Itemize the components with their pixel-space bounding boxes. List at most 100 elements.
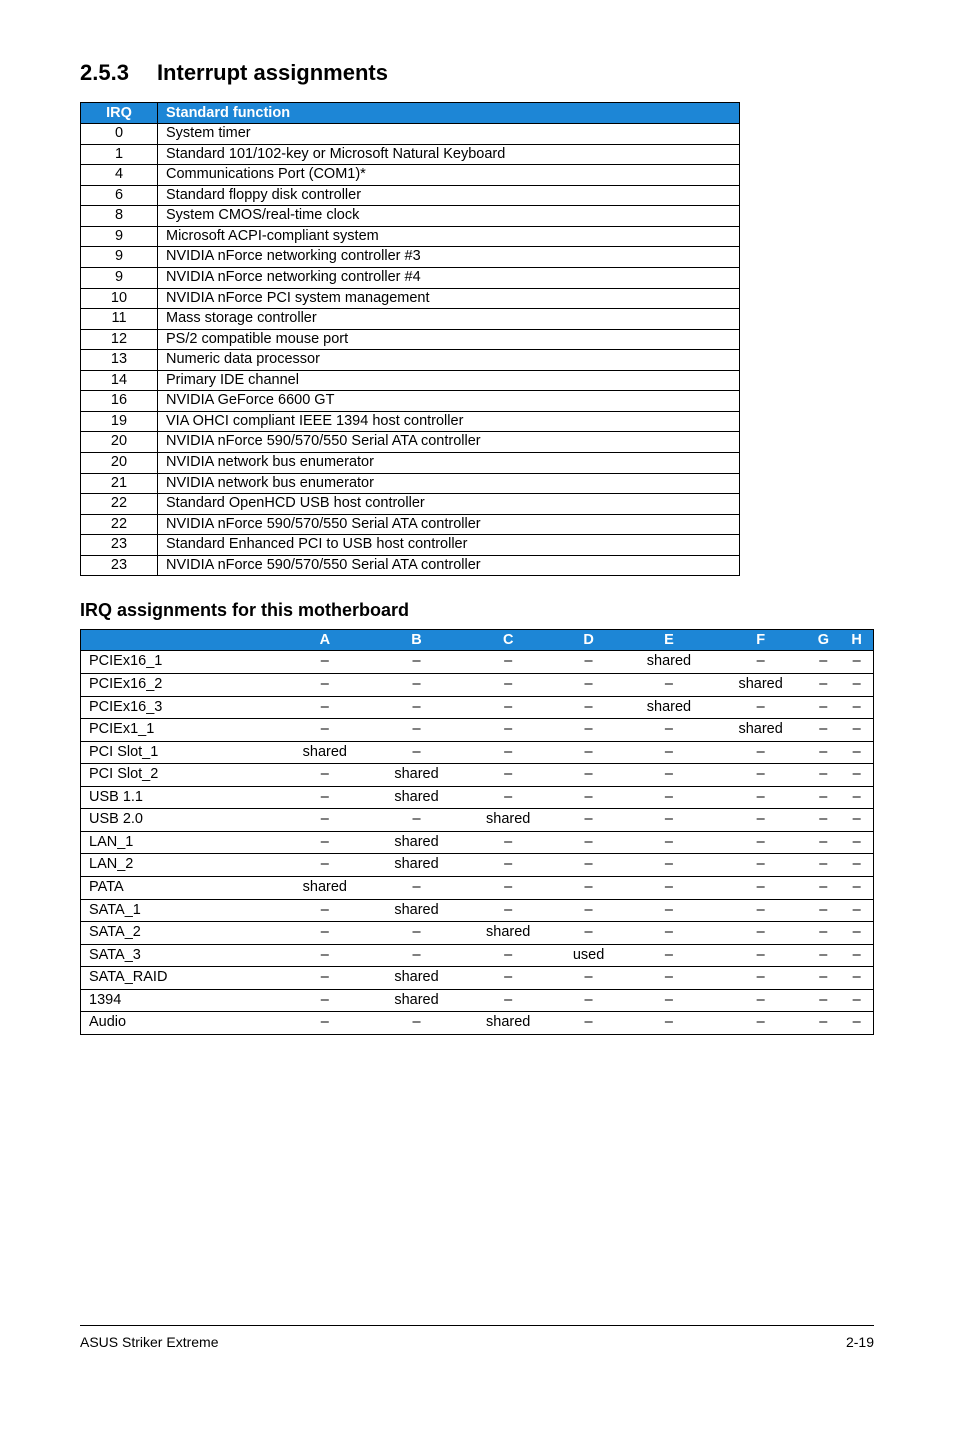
assign-cell: – <box>806 651 840 674</box>
assign-cell: – <box>554 809 623 832</box>
assign-cell: – <box>623 1012 715 1035</box>
assign-cell: shared <box>371 854 463 877</box>
table-row: 9NVIDIA nForce networking controller #4 <box>81 267 740 288</box>
table-row: 12PS/2 compatible mouse port <box>81 329 740 350</box>
func-cell: NVIDIA nForce 590/570/550 Serial ATA con… <box>158 514 740 535</box>
assign-cell: – <box>840 967 873 990</box>
assign-cell: – <box>371 1012 463 1035</box>
table-row: 20NVIDIA network bus enumerator <box>81 453 740 474</box>
irq-cell: 9 <box>81 247 158 268</box>
assign-row-label: USB 2.0 <box>81 809 280 832</box>
table-row: PCIEx16_2–––––shared–– <box>81 673 874 696</box>
assign-row-label: Audio <box>81 1012 280 1035</box>
irq-cell: 0 <box>81 124 158 145</box>
table-row: 23NVIDIA nForce 590/570/550 Serial ATA c… <box>81 555 740 576</box>
irq-cell: 23 <box>81 555 158 576</box>
assign-row-label: SATA_3 <box>81 944 280 967</box>
assign-cell: – <box>554 831 623 854</box>
assign-cell: – <box>554 854 623 877</box>
assign-row-label: PCIEx16_2 <box>81 673 280 696</box>
func-cell: Standard Enhanced PCI to USB host contro… <box>158 535 740 556</box>
assign-cell: – <box>840 786 873 809</box>
assign-cell: – <box>840 989 873 1012</box>
assign-row-label: USB 1.1 <box>81 786 280 809</box>
assign-header-col: H <box>840 630 873 651</box>
irq-cell: 21 <box>81 473 158 494</box>
irq-cell: 11 <box>81 309 158 330</box>
assign-cell: – <box>554 899 623 922</box>
table-row: 22Standard OpenHCD USB host controller <box>81 494 740 515</box>
assign-cell: – <box>840 764 873 787</box>
table-row: 21NVIDIA network bus enumerator <box>81 473 740 494</box>
irq-cell: 19 <box>81 411 158 432</box>
assign-cell: – <box>840 673 873 696</box>
assign-cell: – <box>806 944 840 967</box>
assign-cell: – <box>806 809 840 832</box>
func-cell: Standard 101/102-key or Microsoft Natura… <box>158 144 740 165</box>
assign-cell: – <box>623 899 715 922</box>
assign-cell: – <box>371 673 463 696</box>
func-cell: System timer <box>158 124 740 145</box>
func-cell: Standard OpenHCD USB host controller <box>158 494 740 515</box>
assign-cell: – <box>623 786 715 809</box>
assign-cell: – <box>554 764 623 787</box>
assign-cell: shared <box>371 786 463 809</box>
assign-cell: – <box>371 944 463 967</box>
table-row: 1394–shared–––––– <box>81 989 874 1012</box>
irq-cell: 22 <box>81 494 158 515</box>
table-row: PCI Slot_1shared––––––– <box>81 741 874 764</box>
irq-cell: 22 <box>81 514 158 535</box>
irq-cell: 9 <box>81 267 158 288</box>
assign-cell: – <box>279 764 371 787</box>
assign-cell: – <box>279 673 371 696</box>
func-cell: Primary IDE channel <box>158 370 740 391</box>
assign-cell: – <box>715 967 807 990</box>
assign-cell: – <box>715 651 807 674</box>
assign-header-col: F <box>715 630 807 651</box>
assign-cell: shared <box>462 809 554 832</box>
assign-cell: – <box>715 944 807 967</box>
assign-cell: – <box>462 719 554 742</box>
assign-row-label: LAN_2 <box>81 854 280 877</box>
func-cell: Numeric data processor <box>158 350 740 371</box>
irq-cell: 20 <box>81 453 158 474</box>
footer-right: 2-19 <box>846 1334 874 1350</box>
func-cell: Standard floppy disk controller <box>158 185 740 206</box>
assign-row-label: SATA_RAID <box>81 967 280 990</box>
irq-cell: 13 <box>81 350 158 371</box>
assign-cell: shared <box>371 899 463 922</box>
table-row: PCI Slot_2–shared–––––– <box>81 764 874 787</box>
assign-cell: – <box>279 809 371 832</box>
assign-cell: – <box>806 764 840 787</box>
irq-header-func: Standard function <box>158 103 740 124</box>
assign-cell: – <box>806 1012 840 1035</box>
assign-cell: – <box>715 899 807 922</box>
assign-cell: – <box>806 967 840 990</box>
func-cell: NVIDIA nForce PCI system management <box>158 288 740 309</box>
table-row: 10NVIDIA nForce PCI system management <box>81 288 740 309</box>
assign-header-col: B <box>371 630 463 651</box>
assign-cell: – <box>623 989 715 1012</box>
subheading: IRQ assignments for this motherboard <box>80 600 874 621</box>
table-row: Audio––shared––––– <box>81 1012 874 1035</box>
section-heading: 2.5.3Interrupt assignments <box>80 60 874 86</box>
assign-cell: – <box>806 877 840 900</box>
assign-row-label: PATA <box>81 877 280 900</box>
irq-cell: 8 <box>81 206 158 227</box>
assign-row-label: LAN_1 <box>81 831 280 854</box>
table-row: LAN_1–shared–––––– <box>81 831 874 854</box>
table-row: 19VIA OHCI compliant IEEE 1394 host cont… <box>81 411 740 432</box>
assign-cell: – <box>462 899 554 922</box>
table-row: USB 2.0––shared––––– <box>81 809 874 832</box>
irq-cell: 20 <box>81 432 158 453</box>
assign-cell: – <box>554 1012 623 1035</box>
assign-cell: – <box>840 1012 873 1035</box>
assign-cell: – <box>279 696 371 719</box>
assign-row-label: SATA_2 <box>81 922 280 945</box>
assign-row-label: PCI Slot_1 <box>81 741 280 764</box>
table-row: SATA_RAID–shared–––––– <box>81 967 874 990</box>
assign-header-col: E <box>623 630 715 651</box>
func-cell: NVIDIA network bus enumerator <box>158 453 740 474</box>
assign-cell: – <box>715 809 807 832</box>
assign-cell: – <box>715 989 807 1012</box>
